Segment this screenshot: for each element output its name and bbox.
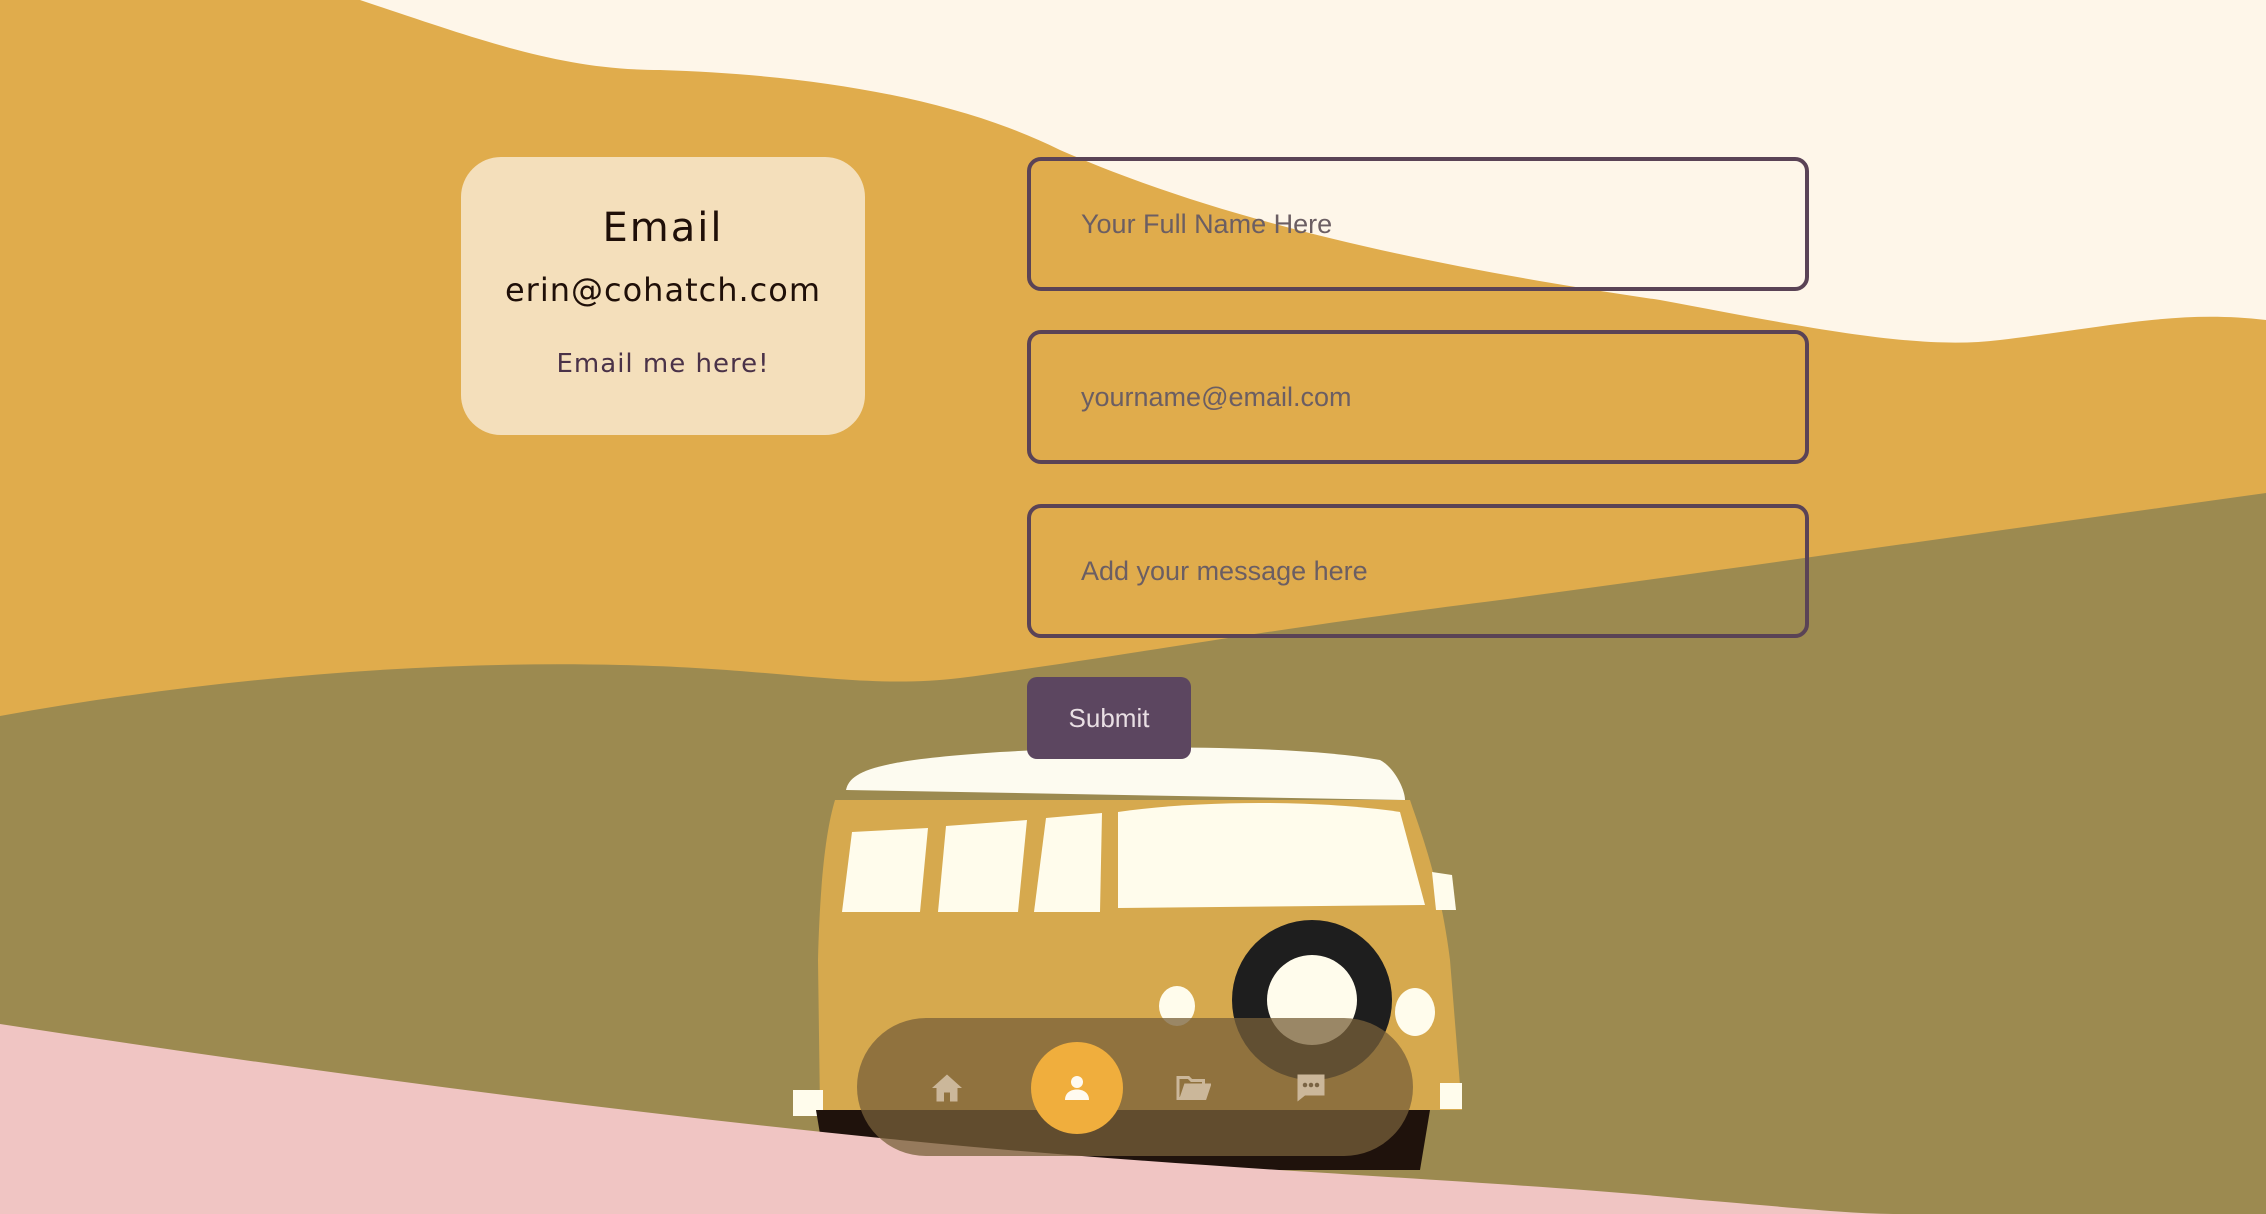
full-name-input[interactable]	[1027, 157, 1809, 291]
card-title: Email	[602, 205, 724, 251]
email-contact-card: Email erin@cohatch.com Email me here!	[461, 157, 865, 435]
person-icon	[1065, 1076, 1089, 1100]
email-me-link[interactable]: Email me here!	[461, 349, 865, 379]
submit-button[interactable]: Submit	[1027, 677, 1191, 759]
bottom-nav-bar	[857, 1018, 1413, 1156]
nav-item-messages[interactable]	[1265, 1042, 1357, 1134]
nav-item-home[interactable]	[901, 1042, 993, 1134]
message-input[interactable]	[1027, 504, 1809, 638]
folder-icon	[1176, 1076, 1211, 1100]
email-address: erin@cohatch.com	[504, 271, 821, 309]
nav-item-profile[interactable]	[1031, 1042, 1123, 1134]
email-input[interactable]	[1027, 330, 1809, 464]
chat-icon	[1297, 1074, 1325, 1102]
nav-item-projects[interactable]	[1147, 1042, 1239, 1134]
home-icon	[932, 1074, 962, 1102]
